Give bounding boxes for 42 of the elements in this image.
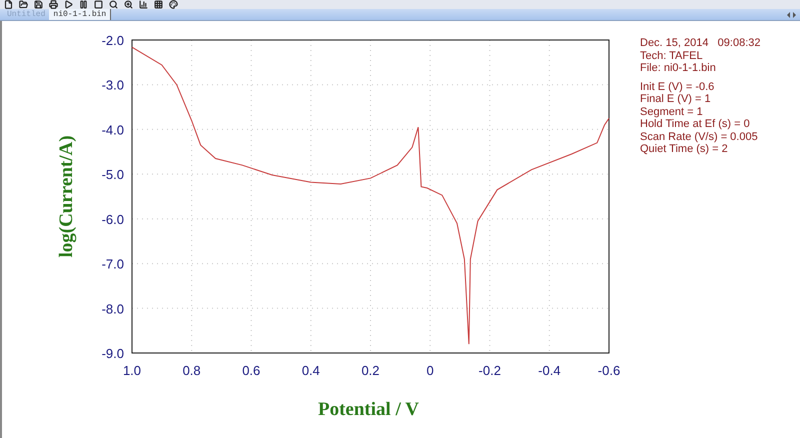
new-file-icon[interactable] xyxy=(4,0,13,9)
folder-icon[interactable] xyxy=(19,0,28,9)
x-tick-label: 0.8 xyxy=(182,363,201,378)
y-tick-label: -4.0 xyxy=(102,122,124,138)
y-axis-title: log(Current/A) xyxy=(56,135,77,258)
x-tick-label: -0.4 xyxy=(538,363,561,378)
y-tick-label: -7.0 xyxy=(102,256,124,272)
y-tick-label: -2.0 xyxy=(102,33,124,48)
y-tick-label: -5.0 xyxy=(102,167,124,182)
bar-chart-icon[interactable] xyxy=(139,0,148,9)
x-tick-label: -0.6 xyxy=(598,363,620,378)
parameter-text: Final E (V) = 1 xyxy=(640,93,712,106)
palette-icon[interactable] xyxy=(169,0,178,9)
parameter-text: Hold Time at Ef (s) = 0 xyxy=(640,118,751,130)
printer-icon[interactable] xyxy=(49,0,58,9)
search-icon[interactable] xyxy=(109,0,118,9)
x-tick-label: 0.4 xyxy=(302,363,320,378)
x-tick-label: 1.0 xyxy=(122,363,142,378)
x-tick-label: 0 xyxy=(426,363,434,378)
y-tick-label: -8.0 xyxy=(102,301,124,316)
info-text: File: ni0-1-1.bin xyxy=(640,62,717,74)
x-tick-label: 0.2 xyxy=(361,363,380,378)
info-text: Tech: TAFEL xyxy=(640,50,704,62)
save-icon[interactable] xyxy=(34,0,43,9)
play-icon[interactable] xyxy=(64,0,73,9)
stop-icon[interactable] xyxy=(94,0,103,9)
x-tick-label: -0.2 xyxy=(478,363,501,378)
grid-icon[interactable] xyxy=(154,0,163,9)
x-tick-label: 0.6 xyxy=(242,363,260,378)
info-text: Dec. 15, 2014 09:08:32 xyxy=(640,37,760,50)
zoom-icon[interactable] xyxy=(124,0,133,9)
parameter-text: Init E (V) = -0.6 xyxy=(640,80,716,93)
x-axis-title: Potential / V xyxy=(318,399,419,420)
parameter-text: Scan Rate (V/s) = 0.005 xyxy=(640,130,759,143)
parameter-text: Quiet Time (s) = 2 xyxy=(640,143,729,156)
file-tab[interactable]: ni0-1-1.bin xyxy=(49,9,112,20)
y-tick-label: -6.0 xyxy=(102,212,124,227)
y-tick-label: -9.0 xyxy=(102,346,124,361)
parameter-text: Segment = 1 xyxy=(640,106,704,118)
scroll-arrows-icon[interactable] xyxy=(787,12,796,18)
y-tick-label: -3.0 xyxy=(102,78,124,93)
pause-icon[interactable] xyxy=(79,0,88,9)
